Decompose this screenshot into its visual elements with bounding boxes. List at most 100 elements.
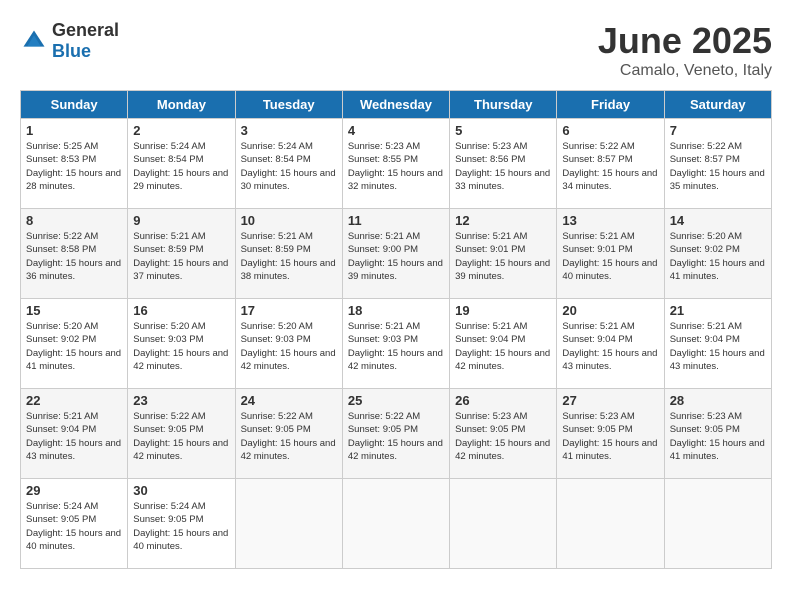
day-number: 7 — [670, 123, 766, 138]
table-row: 7 Sunrise: 5:22 AM Sunset: 8:57 PM Dayli… — [664, 119, 771, 209]
calendar-subtitle: Camalo, Veneto, Italy — [598, 62, 772, 80]
day-number: 20 — [562, 303, 658, 318]
day-info: Sunrise: 5:21 AM Sunset: 9:04 PM Dayligh… — [670, 320, 766, 373]
day-info: Sunrise: 5:21 AM Sunset: 9:04 PM Dayligh… — [455, 320, 551, 373]
table-row: 15 Sunrise: 5:20 AM Sunset: 9:02 PM Dayl… — [21, 299, 128, 389]
day-info: Sunrise: 5:21 AM Sunset: 8:59 PM Dayligh… — [241, 230, 337, 283]
day-info: Sunrise: 5:21 AM Sunset: 9:03 PM Dayligh… — [348, 320, 444, 373]
table-row: 17 Sunrise: 5:20 AM Sunset: 9:03 PM Dayl… — [235, 299, 342, 389]
day-number: 30 — [133, 483, 229, 498]
day-number: 23 — [133, 393, 229, 408]
table-row: 1 Sunrise: 5:25 AM Sunset: 8:53 PM Dayli… — [21, 119, 128, 209]
table-row: 21 Sunrise: 5:21 AM Sunset: 9:04 PM Dayl… — [664, 299, 771, 389]
table-row: 26 Sunrise: 5:23 AM Sunset: 9:05 PM Dayl… — [450, 389, 557, 479]
day-number: 28 — [670, 393, 766, 408]
day-info: Sunrise: 5:23 AM Sunset: 8:56 PM Dayligh… — [455, 140, 551, 193]
day-number: 13 — [562, 213, 658, 228]
table-row — [342, 479, 449, 569]
calendar-week-5: 29 Sunrise: 5:24 AM Sunset: 9:05 PM Dayl… — [21, 479, 772, 569]
calendar-week-3: 15 Sunrise: 5:20 AM Sunset: 9:02 PM Dayl… — [21, 299, 772, 389]
day-info: Sunrise: 5:23 AM Sunset: 9:05 PM Dayligh… — [562, 410, 658, 463]
header-row: Sunday Monday Tuesday Wednesday Thursday… — [21, 91, 772, 119]
day-number: 4 — [348, 123, 444, 138]
logo-text-blue: Blue — [52, 41, 91, 61]
day-number: 18 — [348, 303, 444, 318]
day-info: Sunrise: 5:24 AM Sunset: 8:54 PM Dayligh… — [133, 140, 229, 193]
day-info: Sunrise: 5:21 AM Sunset: 9:01 PM Dayligh… — [455, 230, 551, 283]
table-row: 5 Sunrise: 5:23 AM Sunset: 8:56 PM Dayli… — [450, 119, 557, 209]
day-number: 8 — [26, 213, 122, 228]
col-sunday: Sunday — [21, 91, 128, 119]
day-info: Sunrise: 5:21 AM Sunset: 9:04 PM Dayligh… — [562, 320, 658, 373]
calendar-week-1: 1 Sunrise: 5:25 AM Sunset: 8:53 PM Dayli… — [21, 119, 772, 209]
day-number: 11 — [348, 213, 444, 228]
table-row: 22 Sunrise: 5:21 AM Sunset: 9:04 PM Dayl… — [21, 389, 128, 479]
calendar-body: 1 Sunrise: 5:25 AM Sunset: 8:53 PM Dayli… — [21, 119, 772, 569]
day-info: Sunrise: 5:22 AM Sunset: 8:58 PM Dayligh… — [26, 230, 122, 283]
table-row: 8 Sunrise: 5:22 AM Sunset: 8:58 PM Dayli… — [21, 209, 128, 299]
day-info: Sunrise: 5:22 AM Sunset: 8:57 PM Dayligh… — [562, 140, 658, 193]
table-row — [450, 479, 557, 569]
table-row: 3 Sunrise: 5:24 AM Sunset: 8:54 PM Dayli… — [235, 119, 342, 209]
day-info: Sunrise: 5:20 AM Sunset: 9:03 PM Dayligh… — [133, 320, 229, 373]
table-row — [557, 479, 664, 569]
day-number: 2 — [133, 123, 229, 138]
col-wednesday: Wednesday — [342, 91, 449, 119]
table-row: 2 Sunrise: 5:24 AM Sunset: 8:54 PM Dayli… — [128, 119, 235, 209]
day-number: 27 — [562, 393, 658, 408]
table-row: 9 Sunrise: 5:21 AM Sunset: 8:59 PM Dayli… — [128, 209, 235, 299]
day-number: 15 — [26, 303, 122, 318]
col-monday: Monday — [128, 91, 235, 119]
day-number: 9 — [133, 213, 229, 228]
table-row: 23 Sunrise: 5:22 AM Sunset: 9:05 PM Dayl… — [128, 389, 235, 479]
logo-text-general: General — [52, 20, 119, 40]
table-row: 4 Sunrise: 5:23 AM Sunset: 8:55 PM Dayli… — [342, 119, 449, 209]
day-info: Sunrise: 5:21 AM Sunset: 8:59 PM Dayligh… — [133, 230, 229, 283]
day-info: Sunrise: 5:23 AM Sunset: 9:05 PM Dayligh… — [455, 410, 551, 463]
day-info: Sunrise: 5:22 AM Sunset: 9:05 PM Dayligh… — [241, 410, 337, 463]
table-row — [235, 479, 342, 569]
col-friday: Friday — [557, 91, 664, 119]
day-info: Sunrise: 5:22 AM Sunset: 8:57 PM Dayligh… — [670, 140, 766, 193]
day-info: Sunrise: 5:21 AM Sunset: 9:00 PM Dayligh… — [348, 230, 444, 283]
table-row: 6 Sunrise: 5:22 AM Sunset: 8:57 PM Dayli… — [557, 119, 664, 209]
table-row — [664, 479, 771, 569]
table-row: 27 Sunrise: 5:23 AM Sunset: 9:05 PM Dayl… — [557, 389, 664, 479]
day-number: 26 — [455, 393, 551, 408]
day-info: Sunrise: 5:20 AM Sunset: 9:03 PM Dayligh… — [241, 320, 337, 373]
day-number: 17 — [241, 303, 337, 318]
table-row: 12 Sunrise: 5:21 AM Sunset: 9:01 PM Dayl… — [450, 209, 557, 299]
day-number: 22 — [26, 393, 122, 408]
table-row: 14 Sunrise: 5:20 AM Sunset: 9:02 PM Dayl… — [664, 209, 771, 299]
table-row: 11 Sunrise: 5:21 AM Sunset: 9:00 PM Dayl… — [342, 209, 449, 299]
col-thursday: Thursday — [450, 91, 557, 119]
logo: General Blue — [20, 20, 119, 62]
table-row: 30 Sunrise: 5:24 AM Sunset: 9:05 PM Dayl… — [128, 479, 235, 569]
day-number: 3 — [241, 123, 337, 138]
header: General Blue June 2025 Camalo, Veneto, I… — [20, 20, 772, 80]
day-number: 1 — [26, 123, 122, 138]
day-number: 14 — [670, 213, 766, 228]
calendar-header: Sunday Monday Tuesday Wednesday Thursday… — [21, 91, 772, 119]
table-row: 25 Sunrise: 5:22 AM Sunset: 9:05 PM Dayl… — [342, 389, 449, 479]
day-info: Sunrise: 5:24 AM Sunset: 9:05 PM Dayligh… — [133, 500, 229, 553]
title-block: June 2025 Camalo, Veneto, Italy — [598, 20, 772, 80]
day-number: 25 — [348, 393, 444, 408]
day-info: Sunrise: 5:20 AM Sunset: 9:02 PM Dayligh… — [670, 230, 766, 283]
day-number: 5 — [455, 123, 551, 138]
day-info: Sunrise: 5:24 AM Sunset: 8:54 PM Dayligh… — [241, 140, 337, 193]
table-row: 10 Sunrise: 5:21 AM Sunset: 8:59 PM Dayl… — [235, 209, 342, 299]
day-info: Sunrise: 5:22 AM Sunset: 9:05 PM Dayligh… — [348, 410, 444, 463]
calendar-week-2: 8 Sunrise: 5:22 AM Sunset: 8:58 PM Dayli… — [21, 209, 772, 299]
day-info: Sunrise: 5:20 AM Sunset: 9:02 PM Dayligh… — [26, 320, 122, 373]
day-info: Sunrise: 5:25 AM Sunset: 8:53 PM Dayligh… — [26, 140, 122, 193]
calendar-title: June 2025 — [598, 20, 772, 62]
day-info: Sunrise: 5:23 AM Sunset: 8:55 PM Dayligh… — [348, 140, 444, 193]
day-info: Sunrise: 5:21 AM Sunset: 9:04 PM Dayligh… — [26, 410, 122, 463]
day-number: 12 — [455, 213, 551, 228]
col-tuesday: Tuesday — [235, 91, 342, 119]
table-row: 19 Sunrise: 5:21 AM Sunset: 9:04 PM Dayl… — [450, 299, 557, 389]
day-number: 19 — [455, 303, 551, 318]
day-info: Sunrise: 5:22 AM Sunset: 9:05 PM Dayligh… — [133, 410, 229, 463]
table-row: 20 Sunrise: 5:21 AM Sunset: 9:04 PM Dayl… — [557, 299, 664, 389]
